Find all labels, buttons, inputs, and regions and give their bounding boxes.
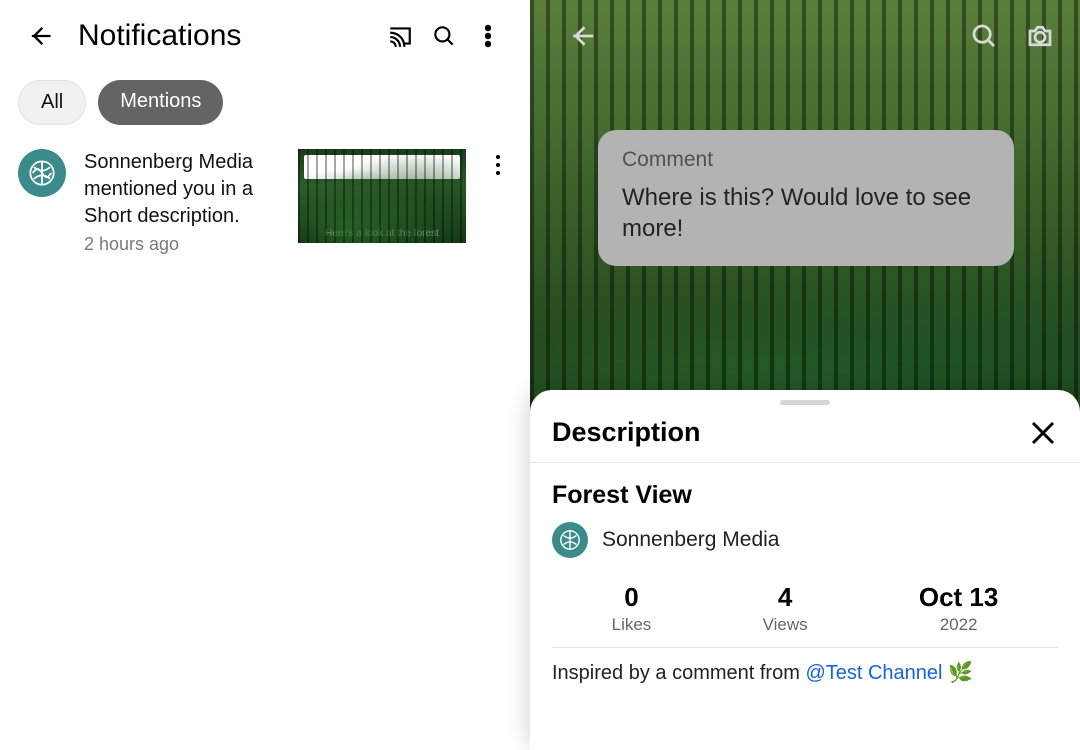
page-title: Notifications — [78, 19, 378, 53]
stat-views: 4 Views — [763, 582, 808, 635]
views-label: Views — [763, 615, 808, 635]
back-button[interactable] — [20, 16, 60, 56]
notification-text: Sonnenberg Media mentioned you in a Shor… — [84, 149, 280, 255]
views-value: 4 — [763, 582, 808, 613]
channel-avatar-icon — [552, 522, 588, 558]
description-sheet: Description Forest View Sonnenberg Media… — [530, 390, 1080, 750]
left-header: Notifications — [0, 8, 530, 64]
thumbnail-overlay-bar — [304, 155, 460, 179]
date-value: Oct 13 — [919, 582, 999, 613]
likes-label: Likes — [612, 615, 652, 635]
close-icon[interactable] — [1028, 418, 1058, 448]
tab-mentions[interactable]: Mentions — [98, 80, 223, 125]
stat-likes: 0 Likes — [612, 582, 652, 635]
leaf-icon: 🌿 — [948, 662, 973, 684]
caption-mention[interactable]: @Test Channel — [805, 662, 942, 684]
short-player-pane: Comment Where is this? Would love to see… — [530, 0, 1080, 750]
tab-all[interactable]: All — [18, 80, 86, 125]
sheet-header: Description — [530, 411, 1080, 462]
stat-date: Oct 13 2022 — [919, 582, 999, 635]
sheet-grabber[interactable] — [780, 400, 830, 405]
notification-line3: Short description. — [84, 203, 280, 230]
camera-icon[interactable] — [1018, 14, 1062, 58]
row-more-icon[interactable] — [484, 149, 512, 177]
notifications-pane: Notifications All Mentions Sonnenberg Me… — [0, 0, 530, 750]
cast-icon[interactable] — [378, 14, 422, 58]
description-caption: Inspired by a comment from @Test Channel… — [530, 648, 1080, 685]
caption-prefix: Inspired by a comment from — [552, 662, 805, 684]
stats-row: 0 Likes 4 Views Oct 13 2022 — [530, 572, 1080, 647]
channel-avatar-icon — [18, 149, 66, 197]
notification-time: 2 hours ago — [84, 234, 280, 255]
notification-thumbnail[interactable]: Here's a look at the forest — [298, 149, 466, 243]
channel-row[interactable]: Sonnenberg Media — [530, 522, 1080, 572]
search-icon[interactable] — [422, 14, 466, 58]
video-title: Forest View — [530, 463, 1080, 522]
more-icon[interactable] — [466, 14, 510, 58]
search-icon[interactable] — [962, 14, 1006, 58]
thumbnail-caption: Here's a look at the forest — [325, 228, 439, 239]
comment-bubble[interactable]: Comment Where is this? Would love to see… — [598, 130, 1014, 266]
notification-line2: mentioned you in a — [84, 176, 280, 203]
short-top-bar — [530, 0, 1080, 72]
sheet-title: Description — [552, 417, 1028, 448]
comment-label: Comment — [622, 148, 990, 172]
filter-tabs: All Mentions — [0, 64, 530, 135]
notification-row[interactable]: Sonnenberg Media mentioned you in a Shor… — [0, 135, 530, 269]
comment-body: Where is this? Would love to see more! — [622, 182, 990, 244]
date-label: 2022 — [919, 615, 999, 635]
notification-line1: Sonnenberg Media — [84, 149, 280, 176]
channel-name: Sonnenberg Media — [602, 528, 779, 552]
likes-value: 0 — [612, 582, 652, 613]
back-icon[interactable] — [560, 14, 604, 58]
